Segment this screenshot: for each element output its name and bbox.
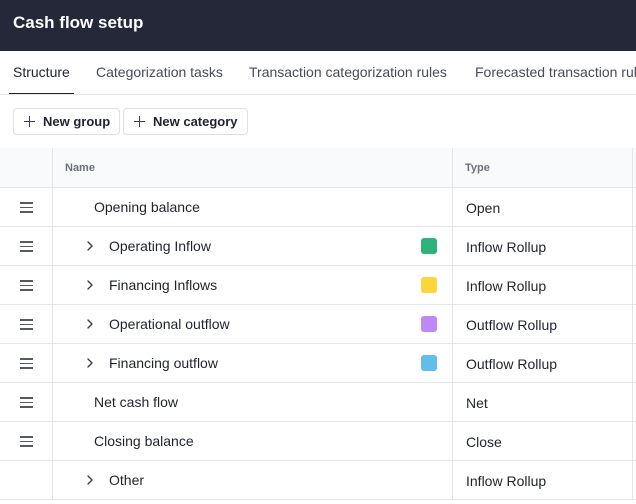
- type-column-label: Type: [465, 162, 490, 174]
- row-handle-cell: [0, 227, 53, 265]
- new-category-button[interactable]: New category: [123, 108, 248, 135]
- row-handle-cell: [0, 383, 53, 421]
- chevron-right-icon[interactable]: [83, 239, 97, 253]
- drag-handle-icon[interactable]: [20, 319, 33, 330]
- drag-handle-icon[interactable]: [20, 436, 33, 447]
- row-handle-cell: [0, 422, 53, 460]
- app-header: Cash flow setup: [0, 0, 636, 51]
- table-row[interactable]: Financing outflow Outflow Rollup: [0, 344, 636, 383]
- tab-bar: Structure Categorization tasks Transacti…: [0, 51, 636, 95]
- drag-handle-icon[interactable]: [20, 202, 33, 213]
- row-type: Net: [466, 395, 488, 411]
- chevron-right-icon[interactable]: [83, 356, 97, 370]
- row-handle-cell: [0, 461, 53, 499]
- table-row[interactable]: Other Inflow Rollup: [0, 461, 636, 500]
- row-name: Operational outflow: [109, 316, 230, 332]
- type-cell: Open: [453, 188, 633, 226]
- name-cell: Net cash flow: [53, 383, 453, 421]
- name-cell: Opening balance: [53, 188, 453, 226]
- chevron-right-icon[interactable]: [83, 473, 97, 487]
- drag-handle-icon[interactable]: [20, 280, 33, 291]
- chevron-right-icon[interactable]: [83, 317, 97, 331]
- row-name: Operating Inflow: [109, 238, 211, 254]
- type-cell: Outflow Rollup: [453, 305, 633, 343]
- name-cell: Closing balance: [53, 422, 453, 460]
- row-name: Opening balance: [94, 199, 200, 215]
- row-type: Outflow Rollup: [466, 317, 558, 333]
- row-handle-cell: [0, 305, 53, 343]
- row-name: Closing balance: [94, 433, 194, 449]
- row-handle-cell: [0, 266, 53, 304]
- type-cell: Outflow Rollup: [453, 344, 633, 382]
- table-row[interactable]: Financing Inflows Inflow Rollup: [0, 266, 636, 305]
- row-handle-cell: [0, 344, 53, 382]
- name-column-header[interactable]: Name: [53, 148, 453, 187]
- new-group-label: New group: [43, 114, 111, 129]
- category-color-swatch[interactable]: [421, 355, 437, 371]
- plus-icon: [24, 116, 35, 127]
- table-row[interactable]: Operating Inflow Inflow Rollup: [0, 227, 636, 266]
- row-type: Close: [466, 434, 502, 450]
- tab-transaction-categorization-rules[interactable]: Transaction categorization rules: [249, 51, 447, 94]
- drag-handle-icon[interactable]: [20, 397, 33, 408]
- row-name: Financing Inflows: [109, 277, 218, 293]
- type-cell: Inflow Rollup: [453, 461, 633, 499]
- table-row[interactable]: Opening balance Open: [0, 188, 636, 227]
- structure-table: Name Type Opening balance Open Operating I…: [0, 148, 636, 500]
- chevron-right-icon[interactable]: [83, 278, 97, 292]
- name-cell: Operational outflow: [53, 305, 453, 343]
- new-group-button[interactable]: New group: [13, 108, 121, 135]
- type-cell: Inflow Rollup: [453, 266, 633, 304]
- table-header: Name Type: [0, 148, 636, 188]
- row-name: Other: [109, 472, 145, 488]
- drag-handle-icon[interactable]: [20, 358, 33, 369]
- row-handle-cell: [0, 188, 53, 226]
- name-column-label: Name: [65, 162, 95, 174]
- table-body: Opening balance Open Operating Inflow Inflo…: [0, 188, 636, 500]
- name-cell: Financing outflow: [53, 344, 453, 382]
- category-color-swatch[interactable]: [421, 277, 437, 293]
- table-row[interactable]: Operational outflow Outflow Rollup: [0, 305, 636, 344]
- type-cell: Inflow Rollup: [453, 227, 633, 265]
- type-column-header[interactable]: Type: [453, 148, 633, 187]
- table-row[interactable]: Net cash flow Net: [0, 383, 636, 422]
- row-name: Net cash flow: [94, 394, 179, 410]
- row-type: Outflow Rollup: [466, 356, 558, 372]
- tab-forecasted-transaction-rules[interactable]: Forecasted transaction rules: [475, 51, 636, 94]
- name-cell: Other: [53, 461, 453, 499]
- row-type: Inflow Rollup: [466, 278, 547, 294]
- type-cell: Close: [453, 422, 633, 460]
- row-type: Inflow Rollup: [466, 239, 547, 255]
- category-color-swatch[interactable]: [421, 238, 437, 254]
- row-name: Financing outflow: [109, 355, 218, 371]
- new-category-label: New category: [153, 114, 238, 129]
- plus-icon: [134, 116, 145, 127]
- tab-categorization-tasks[interactable]: Categorization tasks: [96, 51, 223, 94]
- name-cell: Financing Inflows: [53, 266, 453, 304]
- drag-handle-icon[interactable]: [20, 241, 33, 252]
- type-cell: Net: [453, 383, 633, 421]
- row-type: Open: [466, 200, 501, 216]
- table-row[interactable]: Closing balance Close: [0, 422, 636, 461]
- name-cell: Operating Inflow: [53, 227, 453, 265]
- row-type: Inflow Rollup: [466, 473, 547, 489]
- category-color-swatch[interactable]: [421, 316, 437, 332]
- page-title: Cash flow setup: [13, 13, 144, 32]
- handle-column-header: [0, 148, 53, 187]
- tab-structure[interactable]: Structure: [9, 51, 74, 94]
